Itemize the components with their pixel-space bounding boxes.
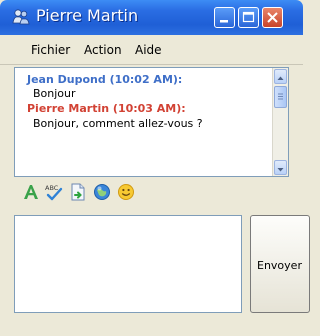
chat-history[interactable]: Jean Dupond (10:02 AM): Bonjour Pierre M…	[14, 67, 289, 177]
spellcheck-icon[interactable]: ABC	[45, 183, 63, 201]
maximize-button[interactable]	[238, 7, 259, 28]
message-sender: Pierre Martin (10:03 AM):	[27, 102, 186, 115]
menu-item-action[interactable]: Action	[84, 43, 122, 57]
minimize-button[interactable]	[214, 7, 235, 28]
chat-scrollbar[interactable]	[272, 68, 288, 176]
grip-icon	[278, 93, 283, 100]
message-sender: Jean Dupond (10:02 AM):	[27, 73, 183, 86]
menu-item-fichier[interactable]: Fichier	[31, 43, 70, 57]
emoticon-icon[interactable]	[117, 183, 135, 201]
minimize-icon	[220, 20, 228, 23]
send-file-icon[interactable]	[69, 183, 87, 201]
title-bar[interactable]: Pierre Martin	[0, 0, 303, 35]
arrow-up-icon	[277, 76, 284, 80]
scroll-down-button[interactable]	[274, 160, 287, 175]
close-button[interactable]	[262, 7, 283, 28]
message-text: Bonjour, comment allez-vous ?	[33, 117, 203, 130]
svg-text:ABC: ABC	[45, 184, 59, 192]
arrow-down-icon	[277, 168, 284, 172]
background-icon[interactable]	[93, 183, 111, 201]
close-icon	[267, 12, 278, 23]
font-icon[interactable]	[22, 183, 40, 201]
window-title: Pierre Martin	[36, 6, 139, 25]
messenger-user-icon	[12, 9, 30, 25]
message-text: Bonjour	[33, 87, 76, 100]
send-button[interactable]: Envoyer	[250, 215, 310, 313]
menu-item-aide[interactable]: Aide	[135, 43, 162, 57]
scroll-thumb[interactable]	[274, 86, 287, 108]
scroll-up-button[interactable]	[274, 69, 287, 84]
maximize-icon	[242, 11, 255, 23]
message-input[interactable]	[14, 215, 242, 313]
menu-bar: Fichier Action Aide	[0, 35, 303, 65]
send-button-label: Envoyer	[257, 259, 302, 272]
